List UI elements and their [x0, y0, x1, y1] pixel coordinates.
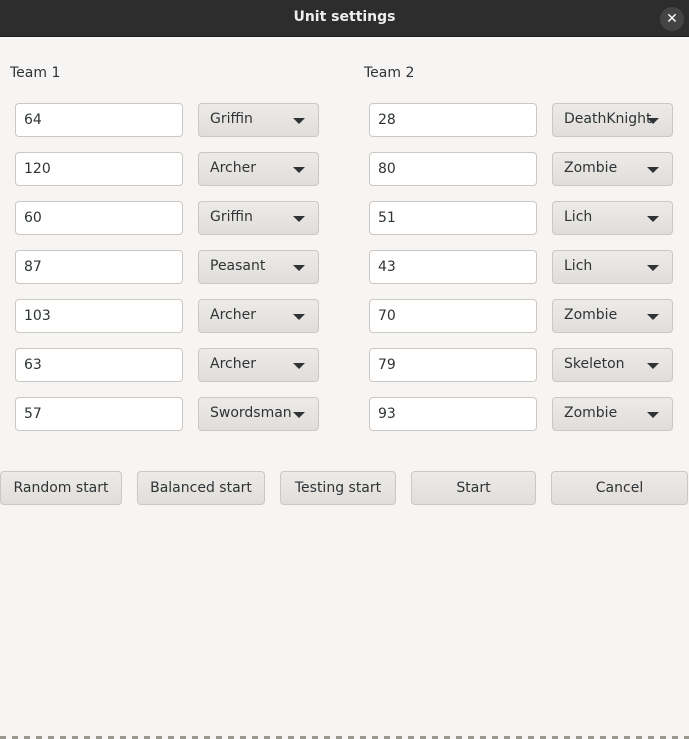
team1-label: Team 1 — [10, 65, 61, 81]
random-start-button[interactable]: Random start — [0, 471, 122, 505]
team1-unit-count-input[interactable]: 64 — [15, 103, 183, 137]
close-button[interactable]: ✕ — [660, 7, 684, 31]
team2-unit-type-dropdown[interactable]: Zombie — [552, 152, 673, 186]
team2-unit-count-input[interactable]: 43 — [369, 250, 537, 284]
title-bar: Unit settings ✕ — [0, 0, 689, 37]
team2-unit-count-input[interactable]: 70 — [369, 299, 537, 333]
unit-type-label: Griffin — [210, 111, 253, 127]
dropdown-arrow-icon — [293, 118, 305, 124]
window-title: Unit settings — [293, 9, 396, 25]
team1-unit-type-dropdown[interactable]: Archer — [198, 152, 319, 186]
unit-type-label: Griffin — [210, 209, 253, 225]
unit-type-label: Archer — [210, 307, 256, 323]
team2-unit-type-dropdown[interactable]: Lich — [552, 201, 673, 235]
team2-unit-count-input[interactable]: 93 — [369, 397, 537, 431]
start-button[interactable]: Start — [411, 471, 536, 505]
team2-unit-type-dropdown[interactable]: Zombie — [552, 299, 673, 333]
team2-unit-count-input[interactable]: 51 — [369, 201, 537, 235]
team1-unit-type-dropdown[interactable]: Swordsman — [198, 397, 319, 431]
cancel-button[interactable]: Cancel — [551, 471, 688, 505]
dropdown-arrow-icon — [293, 314, 305, 320]
team1-unit-type-dropdown[interactable]: Griffin — [198, 103, 319, 137]
team1-unit-count-input[interactable]: 60 — [15, 201, 183, 235]
team1-unit-type-dropdown[interactable]: Archer — [198, 299, 319, 333]
team1-unit-count-input[interactable]: 57 — [15, 397, 183, 431]
unit-type-label: Zombie — [564, 405, 618, 421]
team2-unit-count-input[interactable]: 79 — [369, 348, 537, 382]
team2-unit-count-input[interactable]: 80 — [369, 152, 537, 186]
unit-settings-window: Unit settings ✕ Team 1 Team 2 64 Griffin 1… — [0, 0, 689, 739]
team1-unit-count-input[interactable]: 103 — [15, 299, 183, 333]
unit-type-label: Zombie — [564, 307, 618, 323]
unit-type-label: Skeleton — [564, 356, 625, 372]
dropdown-arrow-icon — [647, 167, 659, 173]
dropdown-arrow-icon — [647, 265, 659, 271]
balanced-start-button[interactable]: Balanced start — [137, 471, 265, 505]
dropdown-arrow-icon — [647, 118, 659, 124]
team1-unit-type-dropdown[interactable]: Griffin — [198, 201, 319, 235]
unit-type-label: DeathKnight — [564, 111, 652, 127]
dropdown-arrow-icon — [293, 167, 305, 173]
team2-label: Team 2 — [364, 65, 415, 81]
dropdown-arrow-icon — [293, 412, 305, 418]
unit-type-label: Zombie — [564, 160, 618, 176]
unit-type-label: Lich — [564, 258, 593, 274]
dropdown-arrow-icon — [647, 314, 659, 320]
dropdown-arrow-icon — [293, 265, 305, 271]
team2-unit-type-dropdown[interactable]: DeathKnight — [552, 103, 673, 137]
team2-unit-type-dropdown[interactable]: Skeleton — [552, 348, 673, 382]
team2-unit-count-input[interactable]: 28 — [369, 103, 537, 137]
team2-unit-type-dropdown[interactable]: Zombie — [552, 397, 673, 431]
unit-type-label: Archer — [210, 356, 256, 372]
unit-type-label: Lich — [564, 209, 593, 225]
close-icon: ✕ — [666, 11, 678, 27]
dropdown-arrow-icon — [293, 216, 305, 222]
testing-start-button[interactable]: Testing start — [280, 471, 396, 505]
team1-unit-count-input[interactable]: 87 — [15, 250, 183, 284]
dropdown-arrow-icon — [293, 363, 305, 369]
dropdown-arrow-icon — [647, 412, 659, 418]
team2-unit-type-dropdown[interactable]: Lich — [552, 250, 673, 284]
unit-type-label: Peasant — [210, 258, 266, 274]
unit-type-label: Swordsman — [210, 405, 292, 421]
team1-unit-type-dropdown[interactable]: Archer — [198, 348, 319, 382]
dropdown-arrow-icon — [647, 363, 659, 369]
team1-unit-type-dropdown[interactable]: Peasant — [198, 250, 319, 284]
unit-type-label: Archer — [210, 160, 256, 176]
team1-unit-count-input[interactable]: 120 — [15, 152, 183, 186]
team1-unit-count-input[interactable]: 63 — [15, 348, 183, 382]
dropdown-arrow-icon — [647, 216, 659, 222]
